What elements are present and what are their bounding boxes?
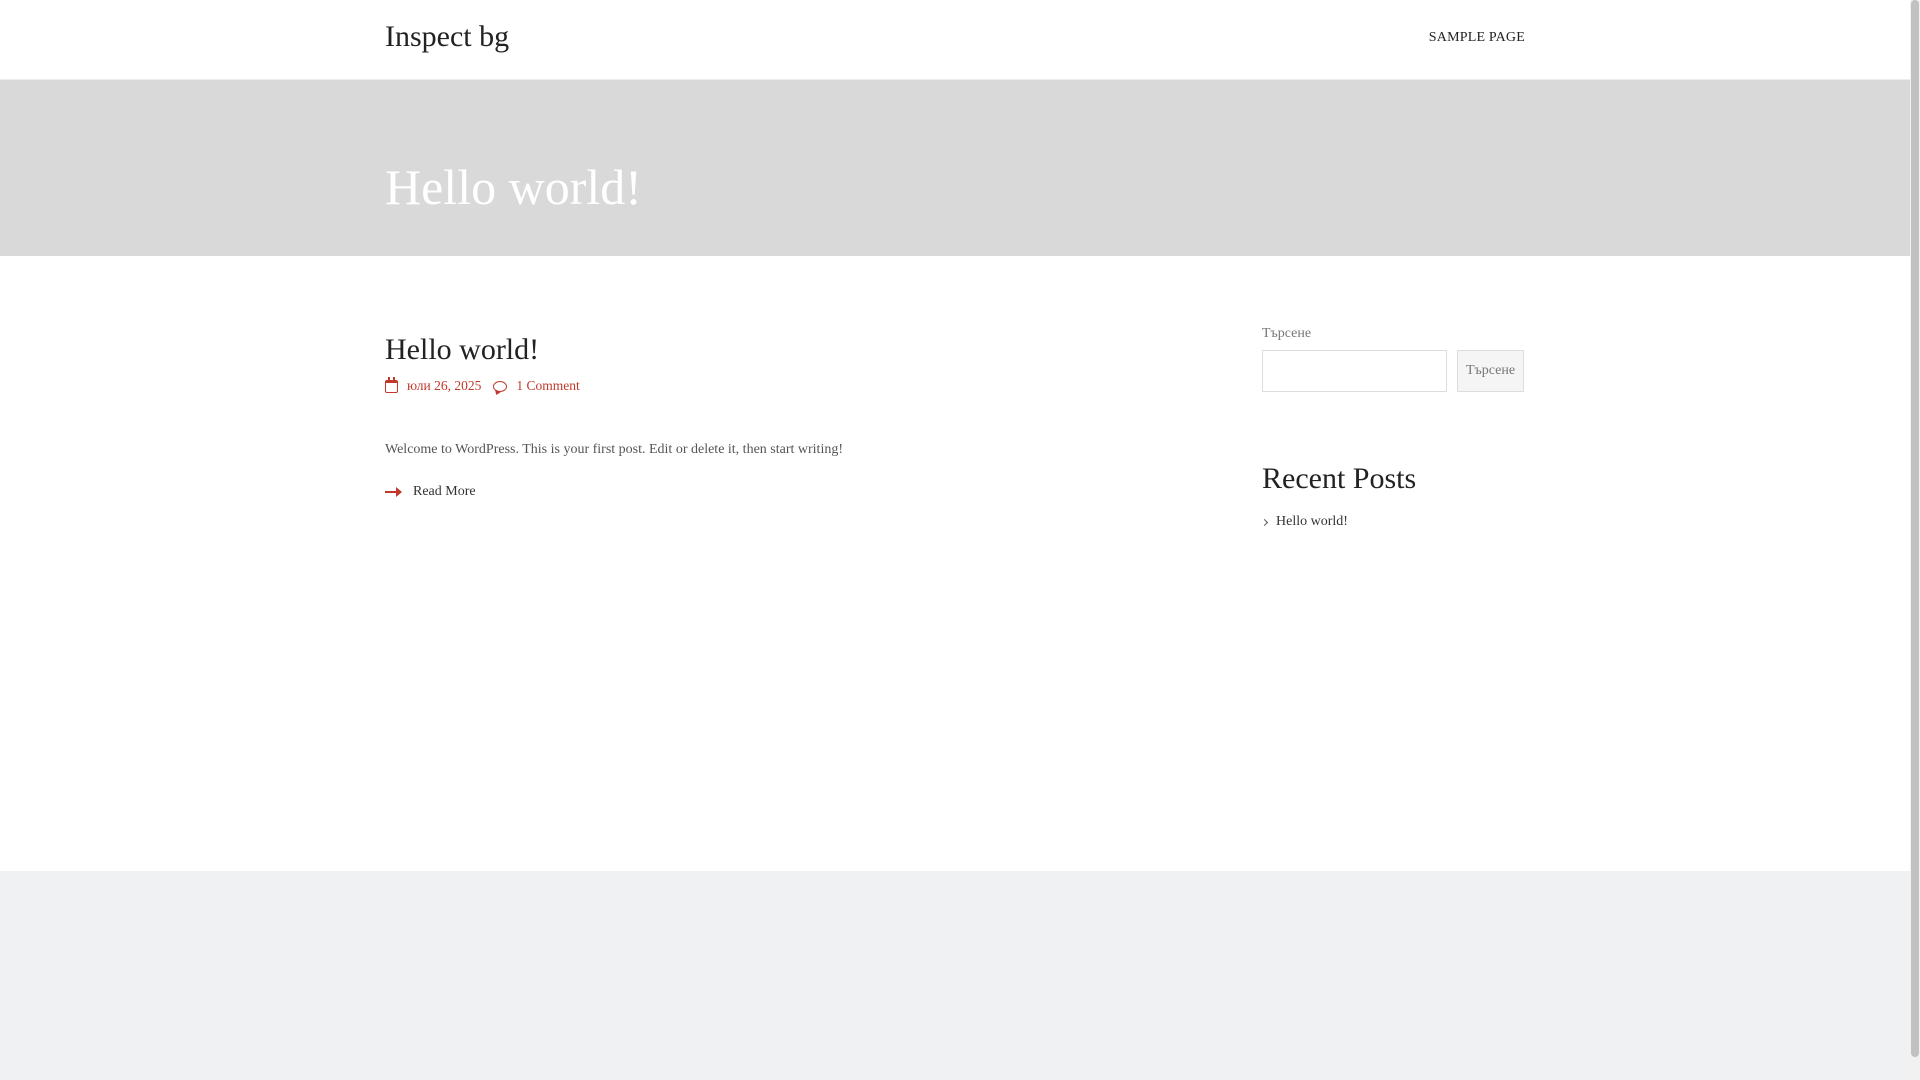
post-meta: юли 26, 2025 1 Comment [385, 376, 1205, 394]
recent-posts-title: Recent Posts [1262, 462, 1417, 495]
search-widget: Търсене Търсене [1262, 326, 1525, 392]
nav-sample-page[interactable]: SAMPLE PAGE [1429, 30, 1525, 46]
page: Inspect bg SAMPLE PAGE Hello world! Hell… [0, 0, 1920, 1080]
search-input[interactable] [1262, 350, 1447, 392]
post-excerpt: Welcome to WordPress. This is your first… [385, 442, 843, 457]
read-more-link[interactable]: Read More [385, 484, 1205, 500]
arrow-right-icon [385, 487, 402, 497]
calendar-icon [385, 376, 398, 393]
comment-icon [493, 380, 508, 392]
search-button[interactable]: Търсене [1457, 350, 1524, 392]
site-header: Inspect bg SAMPLE PAGE [0, 0, 1910, 80]
search-row: Търсене [1262, 350, 1525, 392]
post-date-link[interactable]: юли 26, 2025 [385, 376, 482, 394]
read-more-label: Read More [413, 484, 476, 499]
vertical-scrollbar[interactable] [1910, 0, 1920, 1080]
main-nav: SAMPLE PAGE [1429, 30, 1525, 46]
post-comments-link[interactable]: 1 Comment [493, 378, 580, 394]
recent-posts-widget: Recent Posts Hello world! [1260, 462, 1525, 530]
post-date: юли 26, 2025 [407, 378, 482, 393]
hero-title: Hello world! [385, 159, 642, 215]
sidebar: Търсене Търсене Recent Posts Hello world… [1260, 326, 1525, 530]
post-article: Hello world! юли 26, 2025 1 Comment Welc… [385, 332, 1205, 500]
page-hero: Hello world! [0, 80, 1910, 256]
chevron-right-icon [1260, 518, 1269, 527]
search-label: Търсене [1262, 326, 1312, 341]
hero-container: Hello world! [385, 124, 1525, 212]
recent-post-label: Hello world! [1276, 514, 1348, 529]
recent-post-item[interactable]: Hello world! [1260, 514, 1525, 530]
recent-posts-list: Hello world! [1260, 514, 1525, 530]
post-comments: 1 Comment [516, 378, 580, 393]
browser-viewport: Inspect bg SAMPLE PAGE Hello world! Hell… [0, 0, 1910, 1080]
scrollbar-thumb[interactable] [1911, 0, 1919, 1057]
site-title[interactable]: Inspect bg [385, 20, 509, 54]
content-area: Hello world! юли 26, 2025 1 Comment Welc… [0, 256, 1910, 871]
site-footer [0, 871, 1910, 1080]
post-title[interactable]: Hello world! [385, 332, 1205, 368]
main-column: Hello world! юли 26, 2025 1 Comment Welc… [385, 332, 1205, 530]
content-container: Hello world! юли 26, 2025 1 Comment Welc… [385, 256, 1525, 530]
header-container: Inspect bg SAMPLE PAGE [385, 0, 1525, 80]
